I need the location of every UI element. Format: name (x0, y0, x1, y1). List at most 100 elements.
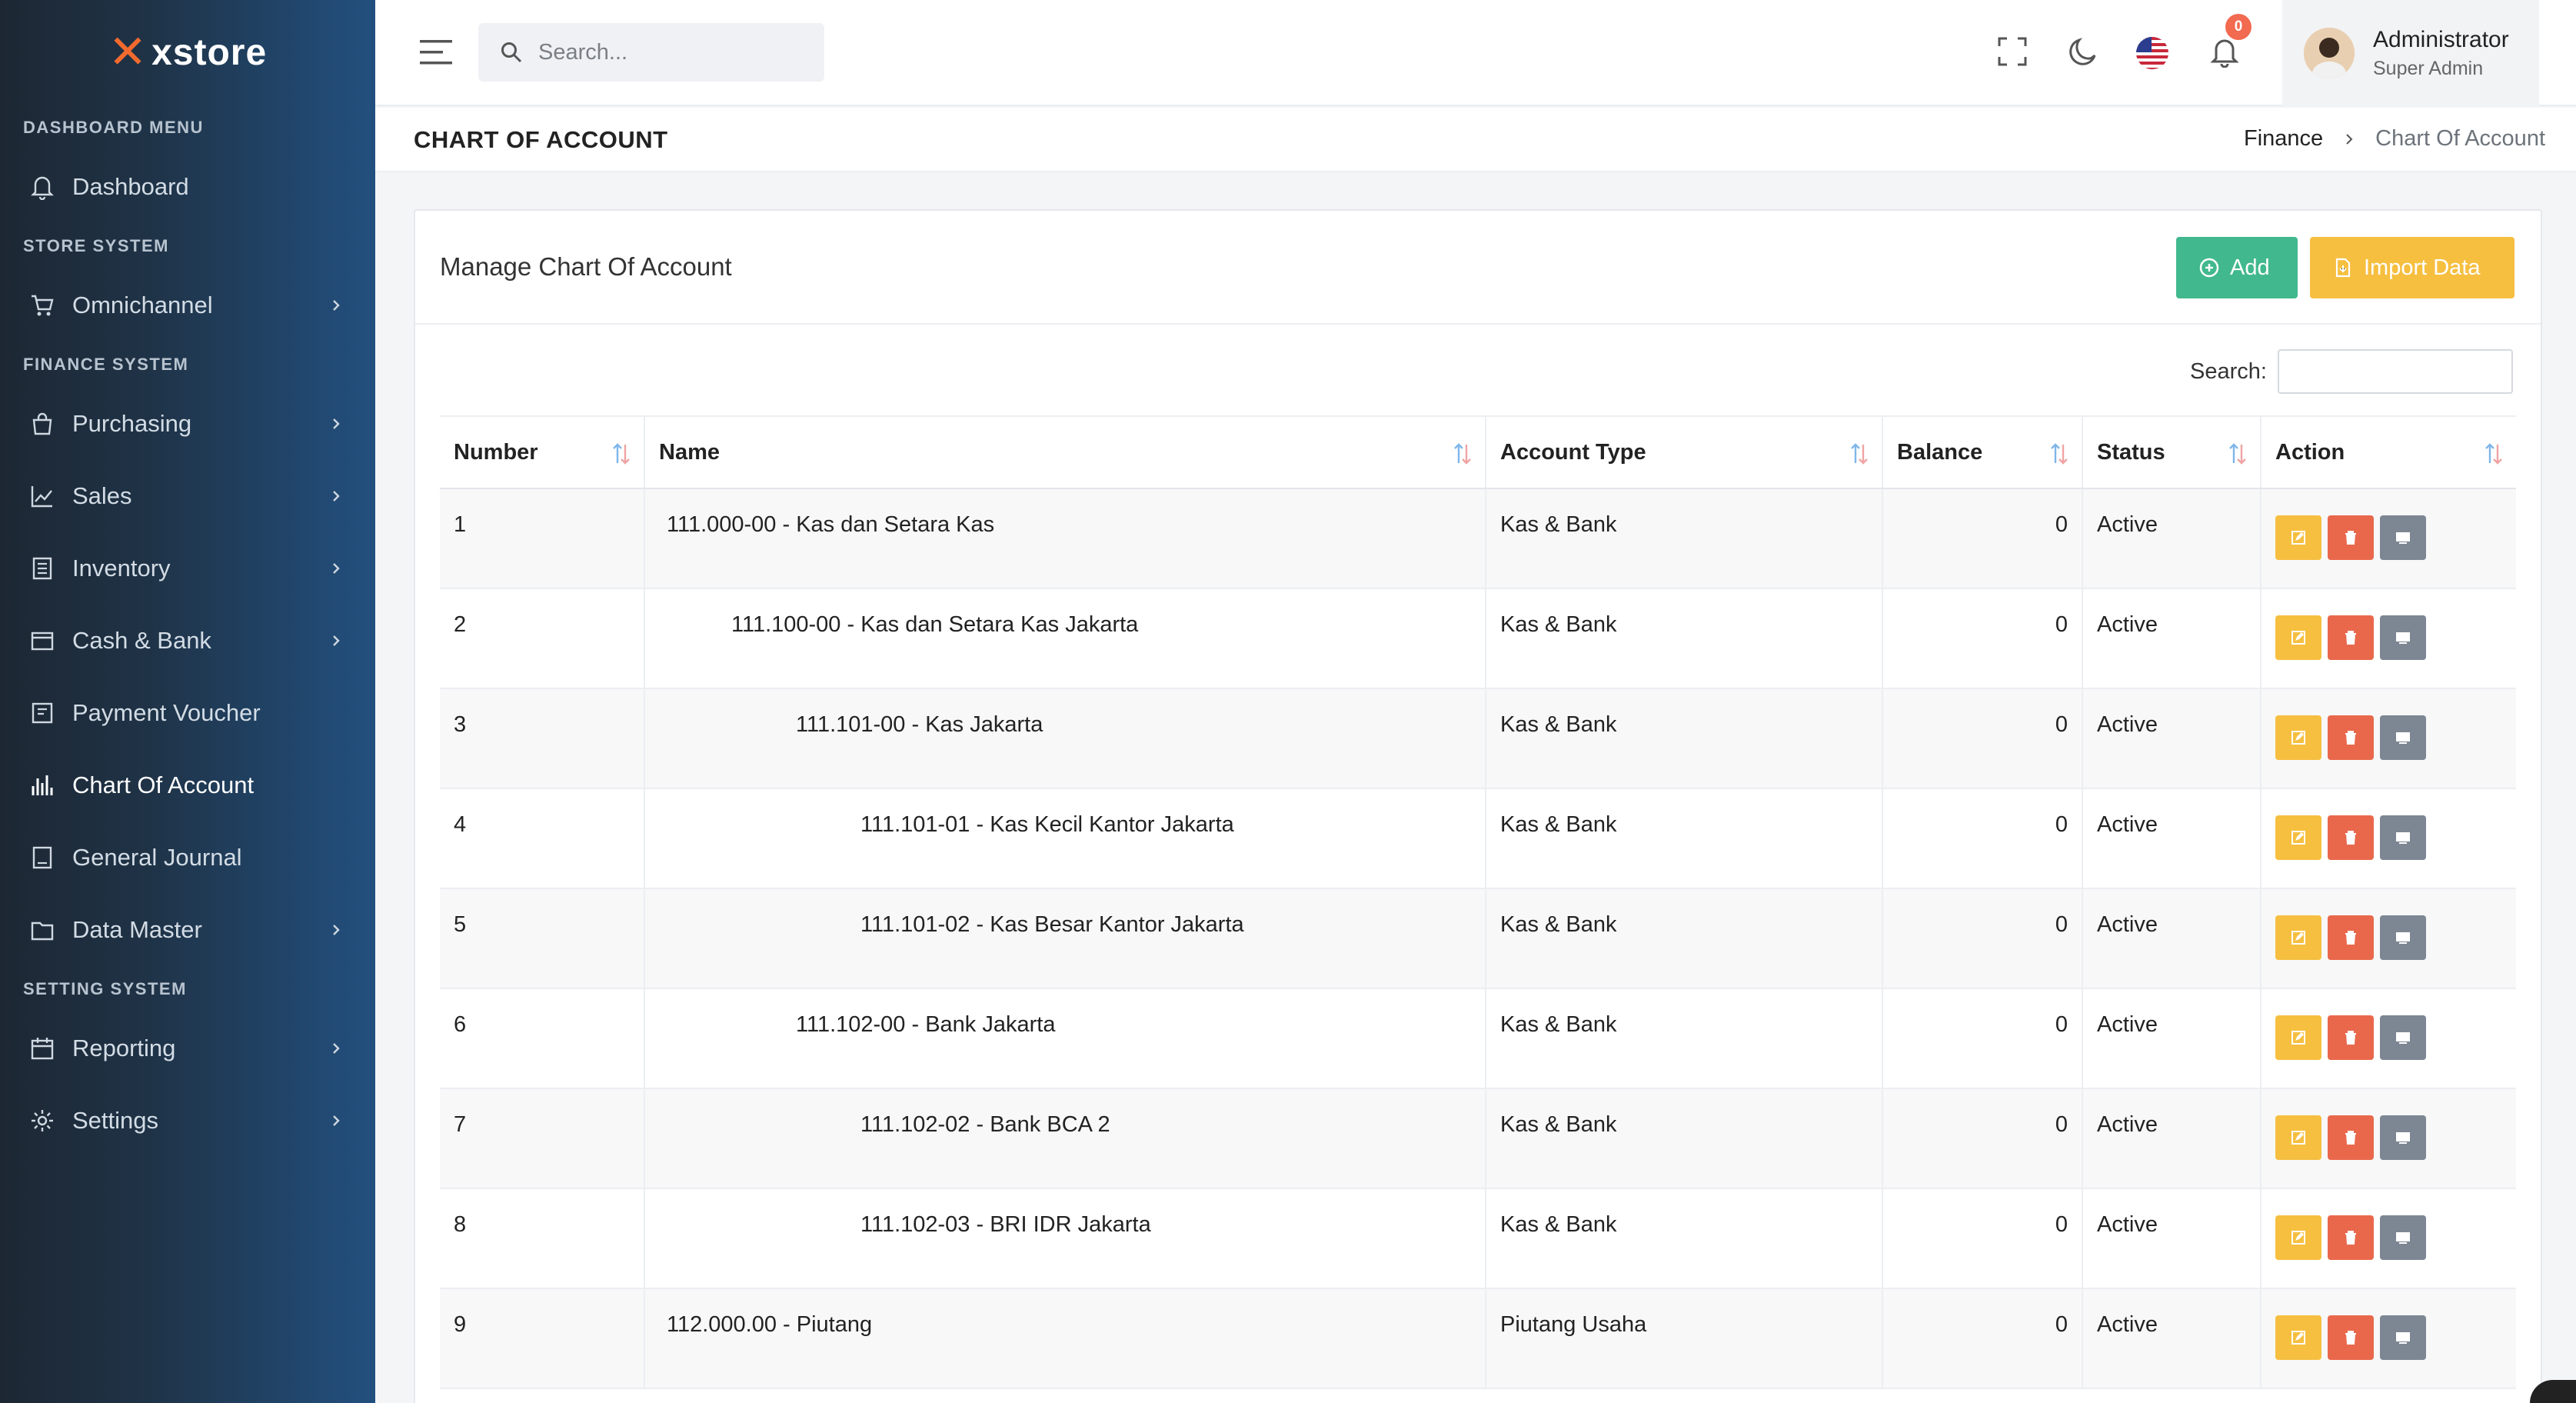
view-button[interactable] (2380, 915, 2426, 960)
cell-number: 1 (440, 488, 645, 589)
edit-button[interactable] (2275, 815, 2321, 860)
cell-balance: 0 (1882, 788, 2083, 889)
language-flag-icon[interactable] (2136, 37, 2168, 69)
account-name: 111.102-00 - Bank Jakarta (796, 1012, 1056, 1037)
cell-number: 7 (440, 1088, 645, 1189)
cell-balance: 0 (1882, 988, 2083, 1089)
global-search-input[interactable] (538, 39, 815, 65)
table-row: 1 111.000-00 - Kas dan Setara Kas Kas & Ba… (440, 488, 2516, 589)
monitor-icon (2396, 1332, 2410, 1344)
cell-account-type: Kas & Bank (1486, 688, 1883, 789)
cell-name: 111.100-00 - Kas dan Setara Kas Jakarta (644, 588, 1486, 689)
table-search-input[interactable] (2278, 349, 2513, 394)
edit-button[interactable] (2275, 515, 2321, 560)
monitor-icon (2396, 632, 2410, 644)
cell-account-type: Kas & Bank (1486, 988, 1883, 1089)
view-button[interactable] (2380, 715, 2426, 760)
trash-icon (2345, 1131, 2356, 1145)
sidebar-item-general-journal[interactable]: General Journal (0, 821, 375, 894)
column-header-label: Balance (1897, 439, 1983, 465)
delete-button[interactable] (2328, 515, 2374, 560)
delete-button[interactable] (2328, 715, 2374, 760)
notification-bell-icon[interactable] (2208, 35, 2241, 68)
user-profile[interactable]: Administrator Super Admin (2282, 0, 2539, 106)
sidebar-item-inventory[interactable]: Inventory (0, 532, 375, 605)
sidebar-item-label: Settings (72, 1107, 159, 1134)
view-button[interactable] (2380, 515, 2426, 560)
delete-button[interactable] (2328, 615, 2374, 660)
column-header-name[interactable]: Name (644, 415, 1486, 489)
delete-button[interactable] (2328, 1315, 2374, 1360)
table-body: 1 111.000-00 - Kas dan Setara Kas Kas & Ba… (440, 488, 2516, 1389)
view-button[interactable] (2380, 815, 2426, 860)
fullscreen-icon[interactable] (1996, 35, 2029, 68)
app-logo[interactable]: ✕ xstore (0, 0, 375, 105)
cell-account-type: Kas & Bank (1486, 1188, 1883, 1289)
chevron-right-icon (333, 563, 340, 574)
column-header-number[interactable]: Number (440, 415, 645, 489)
account-name: 111.101-01 - Kas Kecil Kantor Jakarta (860, 812, 1234, 837)
edit-icon (2291, 1031, 2305, 1045)
column-header-label: Account Type (1500, 439, 1646, 465)
table-row: 8 111.102-03 - BRI IDR Jakarta Kas & Bank 0… (440, 1188, 2516, 1289)
sidebar-item-chart-of-account[interactable]: Chart Of Account (0, 749, 375, 821)
dark-mode-moon-icon[interactable] (2067, 35, 2099, 68)
view-button[interactable] (2380, 1215, 2426, 1260)
sidebar-item-sales[interactable]: Sales (0, 460, 375, 532)
view-button[interactable] (2380, 1315, 2426, 1360)
import-data-button[interactable]: Import Data (2310, 237, 2514, 298)
column-header-status[interactable]: Status (2082, 415, 2261, 489)
sidebar-item-omnichannel[interactable]: Omnichannel (0, 269, 375, 342)
edit-button[interactable] (2275, 1215, 2321, 1260)
column-header-label: Status (2097, 439, 2165, 465)
sidebar-item-data-master[interactable]: Data Master (0, 894, 375, 966)
add-button[interactable]: Add (2176, 237, 2298, 298)
breadcrumb-current: Chart Of Account (2375, 126, 2545, 151)
sidebar-section-title: STORE SYSTEM (23, 236, 169, 255)
menu-toggle-icon[interactable] (420, 38, 452, 66)
cell-balance: 0 (1882, 688, 2083, 789)
cell-status: Active (2082, 1088, 2261, 1189)
edit-button[interactable] (2275, 615, 2321, 660)
view-button[interactable] (2380, 615, 2426, 660)
sidebar-item-label: Purchasing (72, 410, 192, 437)
delete-button[interactable] (2328, 1215, 2374, 1260)
cell-name: 111.101-02 - Kas Besar Kantor Jakarta (644, 888, 1486, 989)
edit-button[interactable] (2275, 915, 2321, 960)
delete-button[interactable] (2328, 1015, 2374, 1060)
delete-button[interactable] (2328, 815, 2374, 860)
edit-button[interactable] (2275, 1115, 2321, 1160)
plus-circle-icon (2199, 258, 2219, 278)
cell-number: 5 (440, 888, 645, 989)
edit-button[interactable] (2275, 1315, 2321, 1360)
sidebar-item-settings[interactable]: Settings (0, 1085, 375, 1157)
column-header-label: Name (659, 439, 720, 465)
cell-balance: 0 (1882, 1088, 2083, 1189)
account-name: 111.101-00 - Kas Jakarta (796, 712, 1043, 737)
folder-icon (31, 921, 54, 941)
sidebar-item-payment-voucher[interactable]: Payment Voucher (0, 677, 375, 749)
chevron-right-icon (333, 418, 340, 429)
sidebar-item-dashboard[interactable]: Dashboard (0, 151, 375, 223)
delete-button[interactable] (2328, 915, 2374, 960)
edit-icon (2291, 531, 2305, 545)
cell-account-type: Kas & Bank (1486, 588, 1883, 689)
view-button[interactable] (2380, 1115, 2426, 1160)
sidebar-item-reporting[interactable]: Reporting (0, 1012, 375, 1085)
sort-arrows-icon (2485, 443, 2502, 465)
edit-button[interactable] (2275, 1015, 2321, 1060)
monitor-icon (2396, 932, 2410, 944)
trash-icon (2345, 731, 2356, 745)
edit-button[interactable] (2275, 715, 2321, 760)
breadcrumb-finance[interactable]: Finance (2244, 126, 2323, 152)
view-button[interactable] (2380, 1015, 2426, 1060)
delete-button[interactable] (2328, 1115, 2374, 1160)
column-header-action[interactable]: Action (2261, 415, 2516, 489)
sidebar-item-purchasing[interactable]: Purchasing (0, 388, 375, 460)
sidebar-item-cash-bank[interactable]: Cash & Bank (0, 605, 375, 677)
sidebar-item-label: Chart Of Account (72, 771, 255, 798)
column-header-balance[interactable]: Balance (1882, 415, 2083, 489)
cell-name: 111.102-03 - BRI IDR Jakarta (644, 1188, 1486, 1289)
cell-account-type: Kas & Bank (1486, 488, 1883, 589)
column-header-account-type[interactable]: Account Type (1486, 415, 1883, 489)
